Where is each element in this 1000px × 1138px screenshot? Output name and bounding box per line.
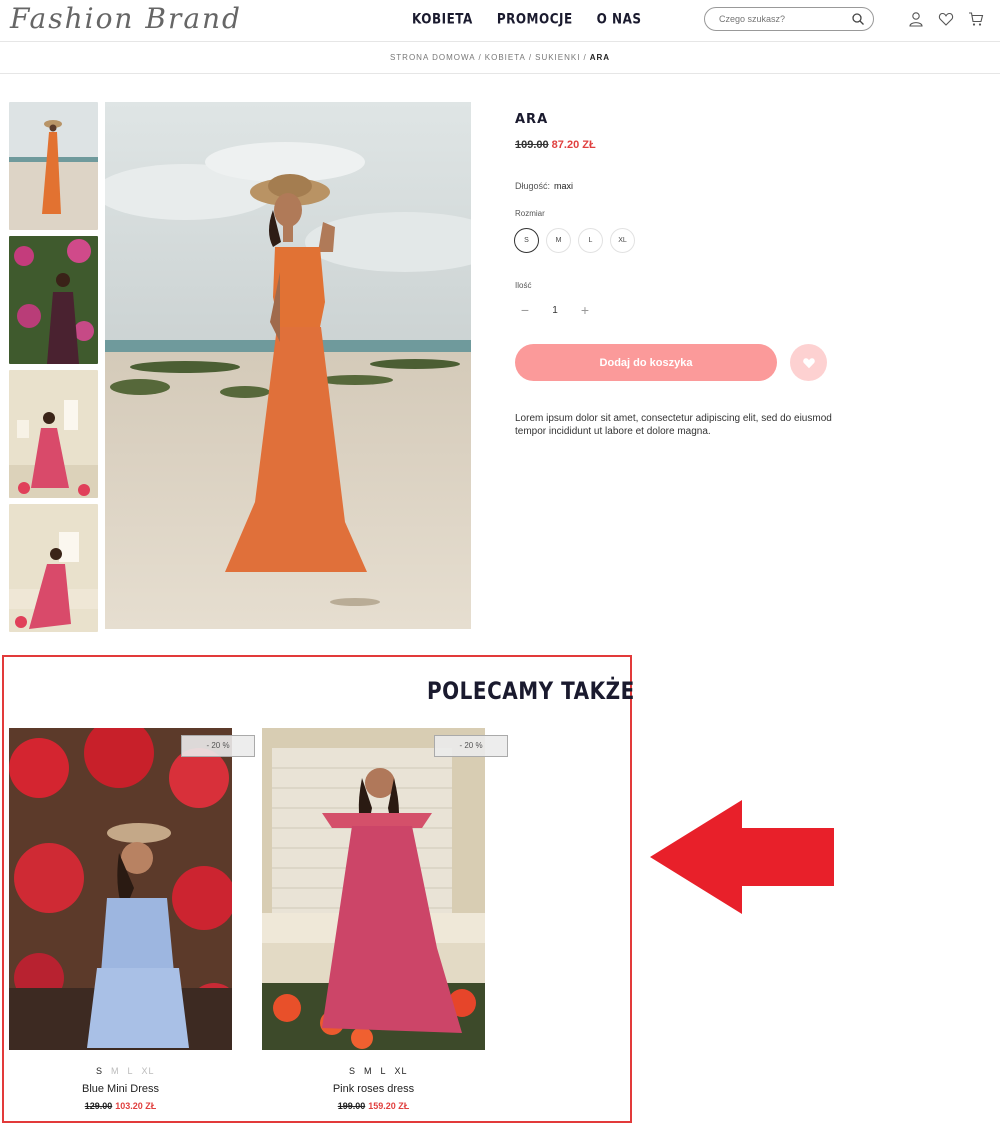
nav-kobieta[interactable]: KOBIETA <box>412 11 473 27</box>
recommended-title: POLECAMY TAKŻE <box>427 676 635 705</box>
quantity-label: Ilość <box>515 281 532 290</box>
size-label: XL <box>394 1066 408 1076</box>
sale-price: 103.20 ZŁ <box>115 1101 157 1111</box>
breadcrumb-home[interactable]: STRONA DOMOWA <box>390 53 476 62</box>
breadcrumb-current: ARA <box>589 53 611 62</box>
product-price: 109.00 87.20 ZŁ <box>515 139 596 151</box>
old-price: 199.00 <box>337 1101 366 1111</box>
size-label: M <box>111 1066 120 1076</box>
nav-o-nas[interactable]: O NAS <box>597 11 642 27</box>
breadcrumb-kobieta[interactable]: KOBIETA <box>485 53 526 62</box>
add-to-cart-button[interactable]: Dodaj do koszyka <box>515 344 777 381</box>
wishlist-button[interactable] <box>790 344 827 381</box>
user-icon[interactable] <box>908 11 924 27</box>
recommended-item-sizes: S M L XL <box>96 1066 155 1076</box>
breadcrumb-separator: / <box>478 53 482 62</box>
heart-icon[interactable] <box>938 11 954 27</box>
length-value: maxi <box>554 181 574 191</box>
size-option-xl[interactable]: XL <box>610 228 635 253</box>
annotation-arrow-icon <box>650 800 834 914</box>
main-product-image[interactable] <box>105 102 471 629</box>
recommended-item-price: 199.00 159.20 ZŁ <box>262 1101 485 1111</box>
thumbnail-1[interactable] <box>9 102 98 230</box>
recommended-item-name[interactable]: Blue Mini Dress <box>9 1083 232 1095</box>
size-selector: S M L XL <box>514 228 635 253</box>
sale-price: 87.20 ZŁ <box>551 139 596 151</box>
header-icons <box>908 11 984 27</box>
nav-promocje[interactable]: PROMOCJE <box>497 11 573 27</box>
size-label: L <box>380 1066 387 1076</box>
size-label: Rozmiar <box>515 209 545 218</box>
discount-badge: - 20 % <box>181 735 255 757</box>
size-label: XL <box>141 1066 155 1076</box>
breadcrumb-separator: / <box>528 53 533 62</box>
old-price: 109.00 <box>515 139 549 151</box>
recommended-item-name[interactable]: Pink roses dress <box>262 1083 485 1095</box>
brand-logo[interactable]: Fashion Brand <box>10 2 242 35</box>
breadcrumb: STRONA DOMOWA / KOBIETA / SUKIENKI / ARA <box>0 43 1000 74</box>
old-price: 129.00 <box>84 1101 113 1111</box>
site-header: Fashion Brand KOBIETA PROMOCJE O NAS <box>0 0 1000 42</box>
search-box[interactable] <box>704 7 874 31</box>
recommended-item-image-1[interactable] <box>9 728 232 1050</box>
thumbnail-2[interactable] <box>9 236 98 364</box>
search-input[interactable] <box>719 14 839 24</box>
size-label: S <box>349 1066 357 1076</box>
breadcrumb-sukienki[interactable]: SUKIENKI <box>535 53 580 62</box>
recommended-item-sizes: S M L XL <box>349 1066 408 1076</box>
breadcrumb-separator: / <box>583 53 587 62</box>
main-nav: KOBIETA PROMOCJE O NAS <box>412 11 642 27</box>
product-name: ARA <box>515 112 549 127</box>
discount-badge: - 20 % <box>434 735 508 757</box>
qty-value: 1 <box>552 304 558 316</box>
thumbnail-4[interactable] <box>9 504 98 632</box>
size-label: M <box>364 1066 373 1076</box>
size-label: S <box>96 1066 104 1076</box>
thumbnail-3[interactable] <box>9 370 98 498</box>
size-option-s[interactable]: S <box>514 228 539 253</box>
size-option-l[interactable]: L <box>578 228 603 253</box>
product-description: Lorem ipsum dolor sit amet, consectetur … <box>515 413 832 437</box>
sale-price: 159.20 ZŁ <box>368 1101 410 1111</box>
length-label: Długość: <box>515 181 551 191</box>
recommended-item-price: 129.00 103.20 ZŁ <box>9 1101 232 1111</box>
quantity-stepper: − 1 + <box>515 300 595 320</box>
cart-icon[interactable] <box>968 11 984 27</box>
size-label: L <box>127 1066 134 1076</box>
qty-decrease-button[interactable]: − <box>515 300 535 320</box>
heart-icon <box>802 357 815 368</box>
search-icon[interactable] <box>851 12 865 26</box>
length-info: Długość: maxi <box>515 181 573 191</box>
size-option-m[interactable]: M <box>546 228 571 253</box>
qty-increase-button[interactable]: + <box>575 300 595 320</box>
recommended-item-image-2[interactable] <box>262 728 485 1050</box>
